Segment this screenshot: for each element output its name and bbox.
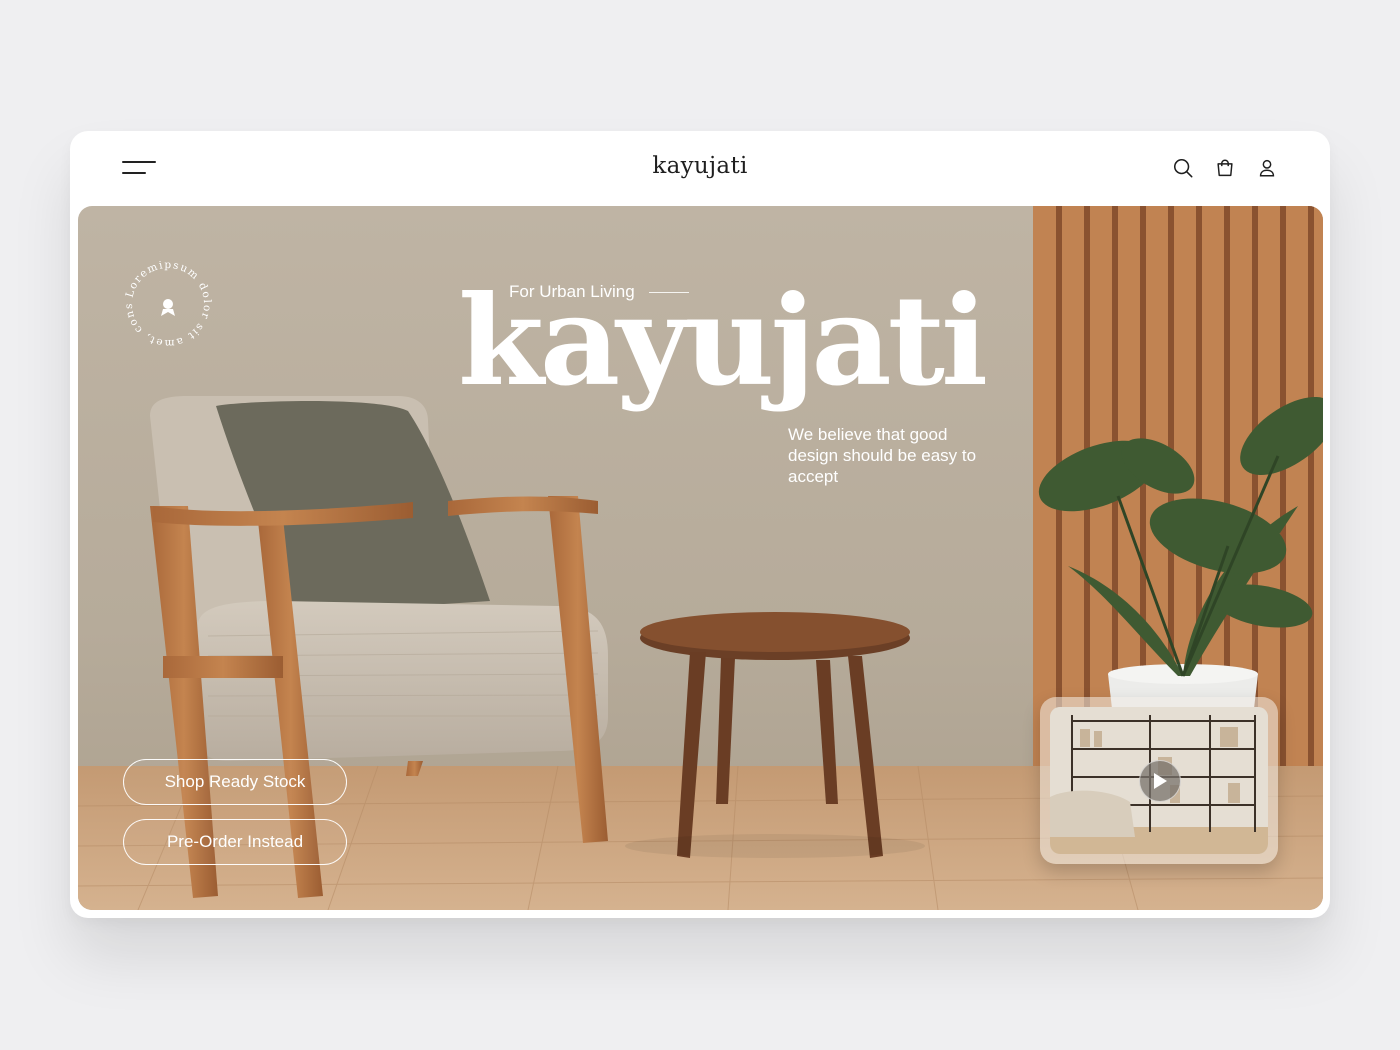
user-icon[interactable] xyxy=(1256,157,1278,179)
page-card: kayujati Loremipsum dolor sit amet, cons… xyxy=(70,131,1330,918)
shop-ready-stock-button[interactable]: Shop Ready Stock xyxy=(123,759,347,805)
hero-title: kayujati xyxy=(458,269,988,414)
video-preview-card[interactable] xyxy=(1040,697,1278,864)
header-actions xyxy=(1172,157,1278,179)
brand-logo[interactable]: kayujati xyxy=(70,153,1330,179)
bag-icon[interactable] xyxy=(1214,157,1236,179)
play-icon[interactable] xyxy=(1139,760,1181,802)
video-thumbnail xyxy=(1050,707,1268,854)
hero-subtitle: We believe that good design should be ea… xyxy=(788,425,977,486)
badge-emblem: Loremipsum dolor sit amet, cons xyxy=(123,259,212,349)
hero-banner: Loremipsum dolor sit amet, cons For Urba… xyxy=(78,206,1323,910)
top-navigation: kayujati xyxy=(70,131,1330,206)
search-icon[interactable] xyxy=(1172,157,1194,179)
pre-order-button[interactable]: Pre-Order Instead xyxy=(123,819,347,865)
